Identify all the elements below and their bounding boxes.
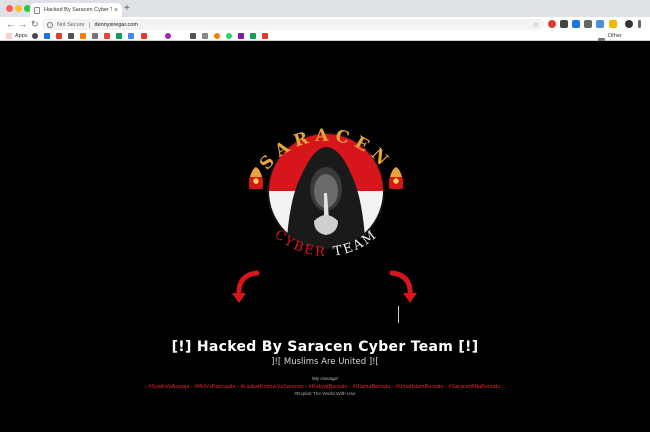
bookmark-icon[interactable] <box>104 33 110 39</box>
page-subline: ]![ Muslims Are United ]![ <box>271 357 379 367</box>
page-content: SARACEN CYBER TEAM [!] Hacked By Saracen … <box>0 41 650 432</box>
exploit-text: #Exploit The World With Use <box>294 392 356 397</box>
page-favicon-icon <box>34 6 40 14</box>
info-icon[interactable] <box>47 21 53 28</box>
browser-tab-active[interactable]: Hacked By Saracen Cyber Te... × <box>30 3 122 17</box>
apps-grid-icon[interactable] <box>6 33 12 39</box>
extension-blue-icon[interactable] <box>572 20 580 28</box>
extension-yellow-icon[interactable] <box>609 20 617 28</box>
extension-light-blue-icon[interactable] <box>596 20 604 28</box>
browser-toolbar: ← → ↻ Not Secure dennysiregar.com ☆ <box>0 17 650 31</box>
bookmark-icon[interactable] <box>165 33 171 39</box>
forward-arrow-icon[interactable]: → <box>18 18 27 30</box>
security-label: Not Secure <box>57 21 85 28</box>
bookmark-icon[interactable] <box>116 33 122 39</box>
url-text[interactable]: dennysiregar.com <box>95 22 533 28</box>
new-tab-button[interactable]: + <box>124 3 130 15</box>
tab-title: Hacked By Saracen Cyber Te... <box>44 7 112 13</box>
bookmark-icon[interactable] <box>262 33 268 39</box>
bookmark-icon[interactable] <box>250 33 256 39</box>
bookmark-icon[interactable] <box>141 33 147 39</box>
lantern-right-icon <box>389 167 403 189</box>
bookmarks-bar: Apps Other Bookmarks <box>0 31 650 47</box>
star-icon[interactable]: ☆ <box>533 21 539 29</box>
url-divider <box>88 21 90 28</box>
bookmark-icon[interactable] <box>56 33 62 39</box>
menu-kebab-icon[interactable] <box>638 20 641 28</box>
bookmark-icon[interactable] <box>226 33 232 39</box>
bookmark-icon[interactable] <box>44 33 50 39</box>
bookmark-icon[interactable] <box>128 33 134 39</box>
bookmark-icon[interactable] <box>80 33 86 39</box>
tab-close-icon[interactable]: × <box>114 7 118 14</box>
extension-dark-icon[interactable] <box>560 20 568 28</box>
bookmark-icon[interactable] <box>68 33 74 39</box>
bookmark-icon[interactable] <box>32 33 38 39</box>
bookmark-icon[interactable] <box>92 33 98 39</box>
page-headline: [!] Hacked By Saracen Cyber Team [!] <box>171 339 479 355</box>
hashtag-list: .::#SyiahVsAswaja - #RkiVsPancasila - #L… <box>143 384 507 390</box>
address-bar[interactable]: Not Secure dennysiregar.com ☆ <box>42 19 544 30</box>
extension-red-icon[interactable] <box>548 20 556 28</box>
hashtag-label: \My Hastagz/ <box>311 376 339 381</box>
bookmark-icon[interactable] <box>202 33 208 39</box>
apps-label[interactable]: Apps <box>15 32 28 40</box>
window-minimize-button[interactable] <box>15 5 22 12</box>
bookmark-icon[interactable] <box>214 33 220 39</box>
curved-arrow-left-icon <box>232 270 260 303</box>
extension-grey-icon[interactable] <box>584 20 592 28</box>
curved-arrow-right-icon <box>389 270 417 303</box>
profile-avatar-icon[interactable] <box>625 20 633 28</box>
lantern-left-icon <box>249 167 263 189</box>
text-cursor <box>398 306 399 323</box>
reload-icon[interactable]: ↻ <box>31 18 39 30</box>
window-close-button[interactable] <box>6 5 13 12</box>
bookmark-icon[interactable] <box>238 33 244 39</box>
back-arrow-icon[interactable]: ← <box>6 18 15 30</box>
tab-bar: Hacked By Saracen Cyber Te... × + <box>0 0 650 17</box>
bookmark-icon[interactable] <box>190 33 196 39</box>
